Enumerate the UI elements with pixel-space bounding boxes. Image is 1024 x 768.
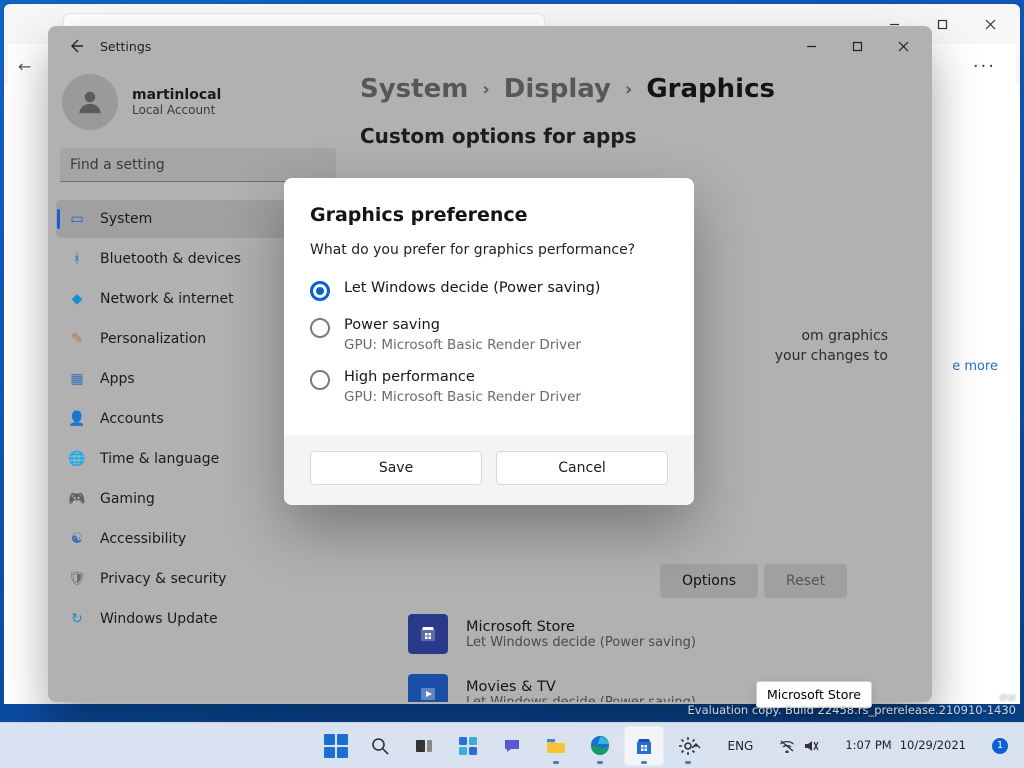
close-button[interactable]	[880, 31, 926, 61]
file-explorer-button[interactable]	[536, 726, 576, 766]
breadcrumb-display[interactable]: Display	[504, 74, 611, 104]
nav-label: Accounts	[100, 411, 164, 427]
network-icon	[779, 739, 795, 753]
notification-badge: 1	[992, 738, 1008, 754]
tray-language[interactable]: ENG	[720, 735, 762, 757]
chat-button[interactable]	[492, 726, 532, 766]
system-icon: ▭	[68, 210, 86, 228]
browser-back-icon[interactable]: ←	[18, 57, 31, 76]
tray-network-sound[interactable]	[771, 735, 827, 757]
graphics-preference-dialog: Graphics preference What do you prefer f…	[284, 178, 694, 505]
dialog-title: Graphics preference	[310, 204, 668, 226]
breadcrumb: System › Display › Graphics	[360, 74, 910, 104]
search-placeholder: Find a setting	[70, 157, 165, 173]
breadcrumb-system[interactable]: System	[360, 74, 468, 104]
nav-windows-update[interactable]: ↻ Windows Update	[56, 600, 342, 638]
accounts-icon: 👤	[68, 410, 86, 428]
reset-button[interactable]: Reset	[764, 564, 847, 598]
radio-description: GPU: Microsoft Basic Render Driver	[344, 389, 581, 405]
evaluation-watermark: ew Evaluation copy. Build 22458.rs_prere…	[688, 690, 1016, 718]
radio-icon	[310, 281, 330, 301]
nav-label: Privacy & security	[100, 571, 226, 587]
radio-label: Let Windows decide (Power saving)	[344, 280, 600, 296]
chevron-right-icon: ›	[625, 79, 632, 100]
section-heading: Custom options for apps	[360, 124, 910, 148]
brush-icon: ✎	[68, 330, 86, 348]
back-button[interactable]	[62, 32, 90, 60]
window-title: Settings	[100, 39, 151, 54]
user-name: martinlocal	[132, 87, 221, 103]
app-subtitle: Let Windows decide (Power saving)	[466, 635, 696, 650]
volume-icon	[803, 739, 819, 753]
shield-icon: 🛡	[68, 570, 86, 588]
app-title: Microsoft Store	[466, 619, 696, 635]
see-more-link[interactable]: e more	[952, 359, 998, 374]
dialog-subtitle: What do you prefer for graphics performa…	[310, 242, 668, 258]
avatar	[62, 74, 118, 130]
radio-label: Power saving	[344, 317, 581, 333]
breadcrumb-current: Graphics	[646, 74, 775, 104]
settings-titlebar: Settings	[48, 26, 932, 66]
tray-notifications[interactable]: 1	[984, 734, 1016, 758]
nav-label: Bluetooth & devices	[100, 251, 241, 267]
cancel-button[interactable]: Cancel	[496, 451, 668, 485]
app-title: Movies & TV	[466, 679, 696, 695]
maximize-button[interactable]	[834, 31, 880, 61]
options-button[interactable]: Options	[660, 564, 758, 598]
tray-clock[interactable]: 1:07 PM 10/29/2021	[837, 735, 974, 756]
apps-icon: ▦	[68, 370, 86, 388]
nav-label: Network & internet	[100, 291, 234, 307]
taskbar-search-button[interactable]	[360, 726, 400, 766]
search-input[interactable]: Find a setting	[60, 148, 336, 182]
save-button[interactable]: Save	[310, 451, 482, 485]
update-icon: ↻	[68, 610, 86, 628]
browser-close-button[interactable]	[968, 9, 1012, 39]
edge-button[interactable]	[580, 726, 620, 766]
gaming-icon: 🎮	[68, 490, 86, 508]
nav-label: System	[100, 211, 152, 227]
radio-icon	[310, 370, 330, 390]
chevron-right-icon: ›	[482, 79, 489, 100]
obscured-hint-text: om graphics your changes to	[688, 326, 888, 367]
taskbar: ENG 1:07 PM 10/29/2021 1	[0, 722, 1024, 768]
radio-option-power-saving[interactable]: Power saving GPU: Microsoft Basic Render…	[310, 311, 668, 363]
widgets-button[interactable]	[448, 726, 488, 766]
radio-description: GPU: Microsoft Basic Render Driver	[344, 337, 581, 353]
user-account-type: Local Account	[132, 103, 221, 117]
radio-option-default[interactable]: Let Windows decide (Power saving)	[310, 274, 668, 311]
app-row-movies-tv[interactable]: Movies & TV Let Windows decide (Power sa…	[408, 662, 696, 702]
nav-privacy[interactable]: 🛡 Privacy & security	[56, 560, 342, 598]
browser-menu-button[interactable]: ···	[963, 52, 1006, 81]
nav-label: Apps	[100, 371, 135, 387]
radio-icon	[310, 318, 330, 338]
nav-label: Windows Update	[100, 611, 218, 627]
nav-label: Accessibility	[100, 531, 186, 547]
store-icon	[408, 614, 448, 654]
nav-label: Personalization	[100, 331, 206, 347]
nav-label: Time & language	[100, 451, 219, 467]
radio-option-high-performance[interactable]: High performance GPU: Microsoft Basic Re…	[310, 363, 668, 415]
globe-icon: 🌐	[68, 450, 86, 468]
microsoft-store-button[interactable]	[624, 726, 664, 766]
app-subtitle: Let Windows decide (Power saving)	[466, 695, 696, 703]
movies-icon	[408, 674, 448, 702]
start-button[interactable]	[316, 726, 356, 766]
radio-label: High performance	[344, 369, 581, 385]
minimize-button[interactable]	[788, 31, 834, 61]
nav-accessibility[interactable]: ☯ Accessibility	[56, 520, 342, 558]
bluetooth-icon: ᚼ	[68, 250, 86, 268]
accessibility-icon: ☯	[68, 530, 86, 548]
nav-label: Gaming	[100, 491, 155, 507]
settings-taskbar-button[interactable]	[668, 726, 708, 766]
wifi-icon: ◆	[68, 290, 86, 308]
app-row-microsoft-store[interactable]: Microsoft Store Let Windows decide (Powe…	[408, 602, 696, 666]
user-profile-block[interactable]: martinlocal Local Account	[54, 66, 342, 148]
task-view-button[interactable]	[404, 726, 444, 766]
